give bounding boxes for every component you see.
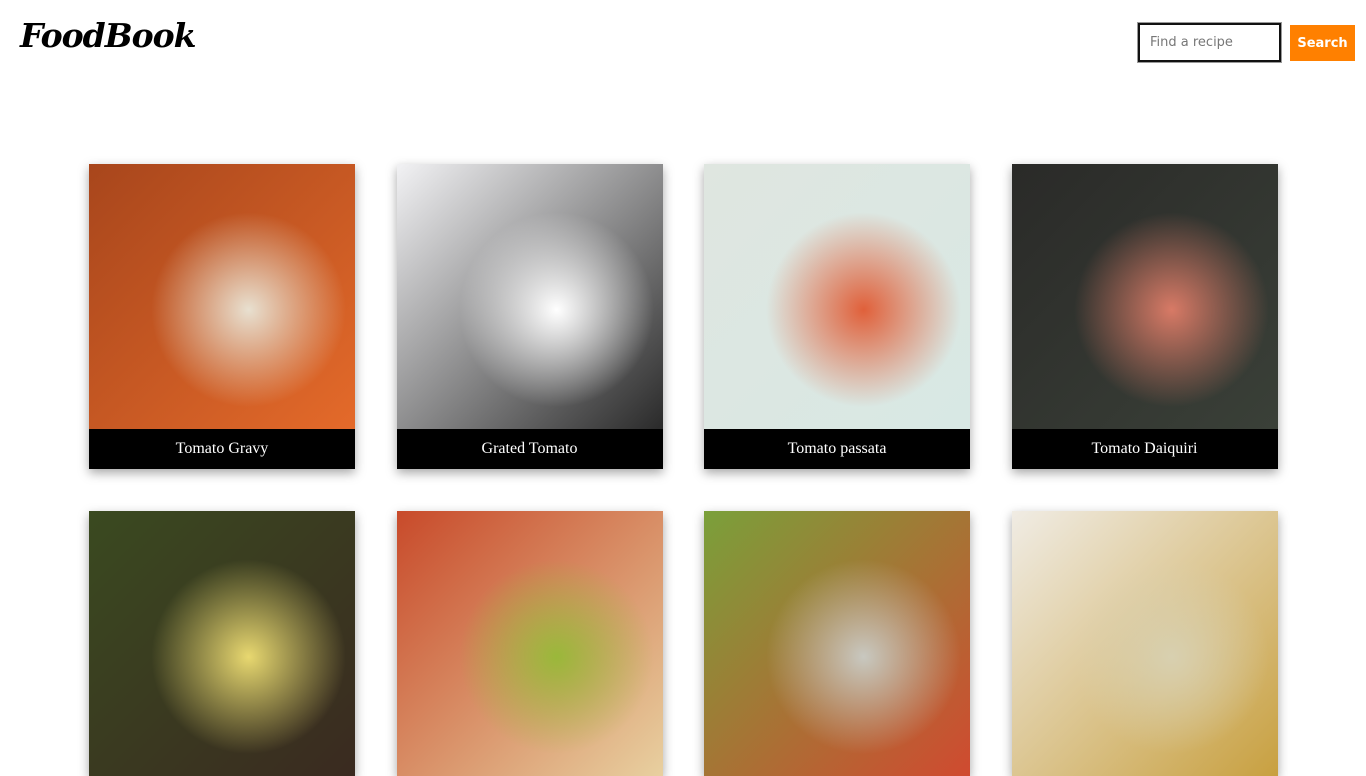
recipe-image[interactable] (704, 511, 970, 776)
recipe-image[interactable] (89, 511, 355, 776)
recipe-card[interactable] (704, 511, 970, 776)
recipe-grid: Tomato Gravy Grated Tomato Tomato passata T… (89, 164, 1278, 776)
recipe-card[interactable] (89, 511, 355, 776)
recipe-title[interactable]: Grated Tomato (396, 429, 663, 469)
recipe-title[interactable]: Tomato passata (704, 429, 970, 469)
recipe-card[interactable] (396, 511, 663, 776)
recipe-image[interactable] (1011, 511, 1278, 776)
foodbook-logo[interactable]: FoodBook (20, 16, 196, 55)
recipe-title[interactable]: Tomato Daiquiri (1011, 429, 1278, 469)
recipe-image[interactable] (396, 511, 663, 776)
search-input[interactable] (1137, 22, 1282, 63)
recipe-image[interactable] (1011, 164, 1278, 429)
recipe-image[interactable] (396, 164, 663, 429)
search-button[interactable]: Search (1290, 25, 1355, 61)
recipe-card[interactable]: Tomato Gravy (89, 164, 355, 469)
recipe-card[interactable]: Tomato Daiquiri (1011, 164, 1278, 469)
recipe-card[interactable] (1011, 511, 1278, 776)
recipe-image[interactable] (89, 164, 355, 429)
recipe-card[interactable]: Grated Tomato (396, 164, 663, 469)
recipe-card[interactable]: Tomato passata (704, 164, 970, 469)
recipe-image[interactable] (704, 164, 970, 429)
recipe-title[interactable]: Tomato Gravy (89, 429, 355, 469)
